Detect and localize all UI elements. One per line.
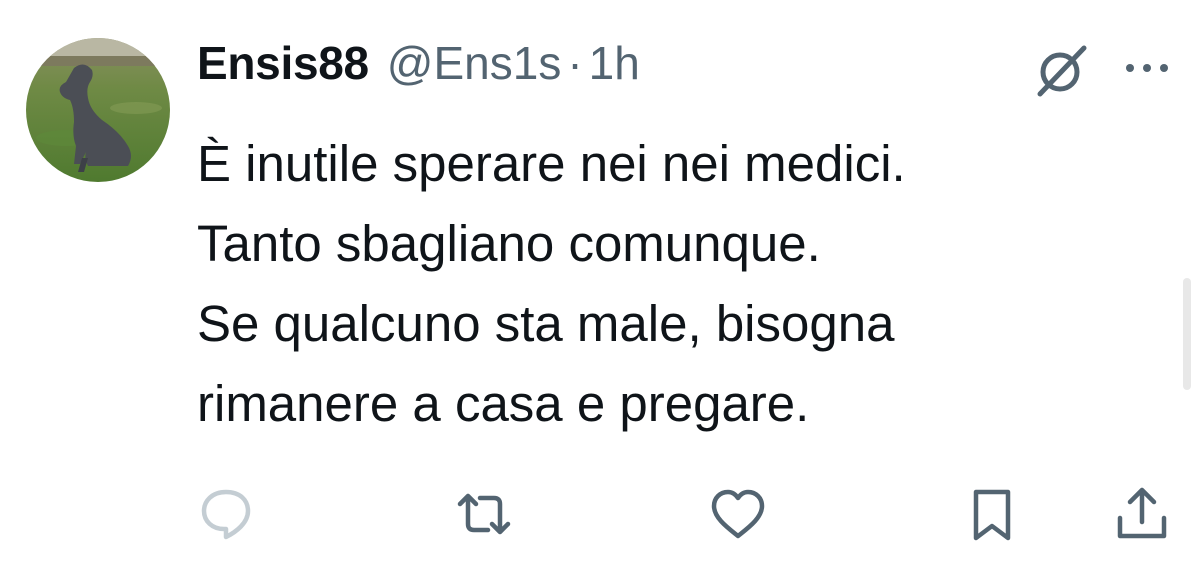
separator-dot: · [567, 37, 583, 89]
like-icon[interactable] [708, 484, 768, 544]
share-icon[interactable] [1112, 484, 1172, 544]
tweet-line: È inutile sperare nei nei medici. [197, 135, 906, 192]
bookmark-icon[interactable] [962, 484, 1022, 544]
display-name[interactable]: Ensis88 [197, 36, 369, 90]
timestamp[interactable]: 1h [589, 36, 640, 90]
tweet-header: Ensis88 @Ens1s · 1h [197, 36, 640, 100]
avatar[interactable] [26, 38, 170, 182]
reply-icon[interactable] [196, 484, 256, 544]
more-icon[interactable] [1124, 56, 1170, 80]
user-handle[interactable]: @Ens1s [387, 36, 562, 90]
tweet-line: rimanere a casa e pregare. [197, 375, 810, 432]
tweet-line: Tanto sbagliano comunque. [197, 215, 821, 272]
tweet-text: È inutile sperare nei nei medici. Tanto … [197, 124, 1157, 444]
tweet-line: Se qualcuno sta male, bisogna [197, 295, 895, 352]
tweet[interactable]: Ensis88 @Ens1s · 1h È inutile sperare ne… [0, 0, 1200, 579]
scrollbar[interactable] [1183, 278, 1191, 390]
grok-icon[interactable] [1032, 40, 1092, 100]
action-bar [0, 484, 1200, 544]
retweet-icon[interactable] [454, 484, 514, 544]
